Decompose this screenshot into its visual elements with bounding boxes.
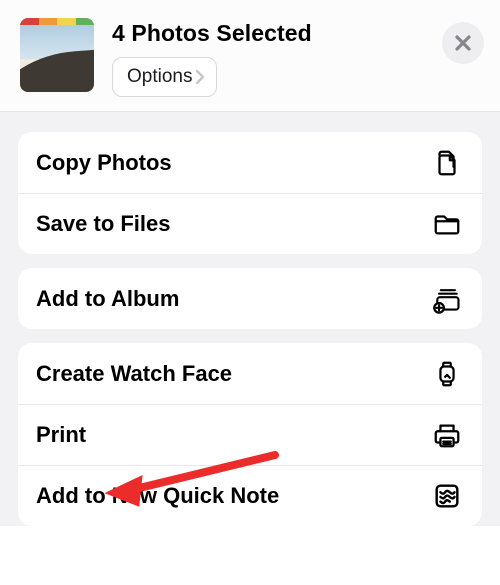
options-button-label: Options	[127, 66, 192, 88]
chevron-right-icon	[194, 69, 206, 85]
action-copy-photos[interactable]: Copy Photos	[18, 132, 482, 193]
action-label: Create Watch Face	[36, 361, 430, 387]
action-label: Save to Files	[36, 211, 430, 237]
share-sheet-header: 4 Photos Selected Options	[0, 0, 500, 112]
options-button[interactable]: Options	[112, 57, 217, 97]
action-label: Copy Photos	[36, 150, 430, 176]
action-print[interactable]: Print	[18, 404, 482, 465]
album-add-icon	[430, 282, 464, 316]
action-label: Add to Album	[36, 286, 430, 312]
action-group: Create Watch Face Print	[18, 343, 482, 526]
printer-icon	[430, 418, 464, 452]
actions-list: Copy Photos Save to Files Add to Album	[0, 112, 500, 526]
quick-note-icon	[430, 479, 464, 513]
action-create-watch-face[interactable]: Create Watch Face	[18, 343, 482, 404]
folder-icon	[430, 207, 464, 241]
selection-thumbnail	[20, 18, 94, 92]
action-add-to-quick-note[interactable]: Add to New Quick Note	[18, 465, 482, 526]
action-save-to-files[interactable]: Save to Files	[18, 193, 482, 254]
action-group: Copy Photos Save to Files	[18, 132, 482, 254]
action-group: Add to Album	[18, 268, 482, 329]
action-add-to-album[interactable]: Add to Album	[18, 268, 482, 329]
action-label: Print	[36, 422, 430, 448]
doc-on-doc-icon	[430, 146, 464, 180]
watch-icon	[430, 357, 464, 391]
close-button[interactable]	[442, 22, 484, 64]
action-label: Add to New Quick Note	[36, 483, 430, 509]
selection-count-title: 4 Photos Selected	[112, 18, 442, 47]
header-mid: 4 Photos Selected Options	[112, 18, 442, 97]
